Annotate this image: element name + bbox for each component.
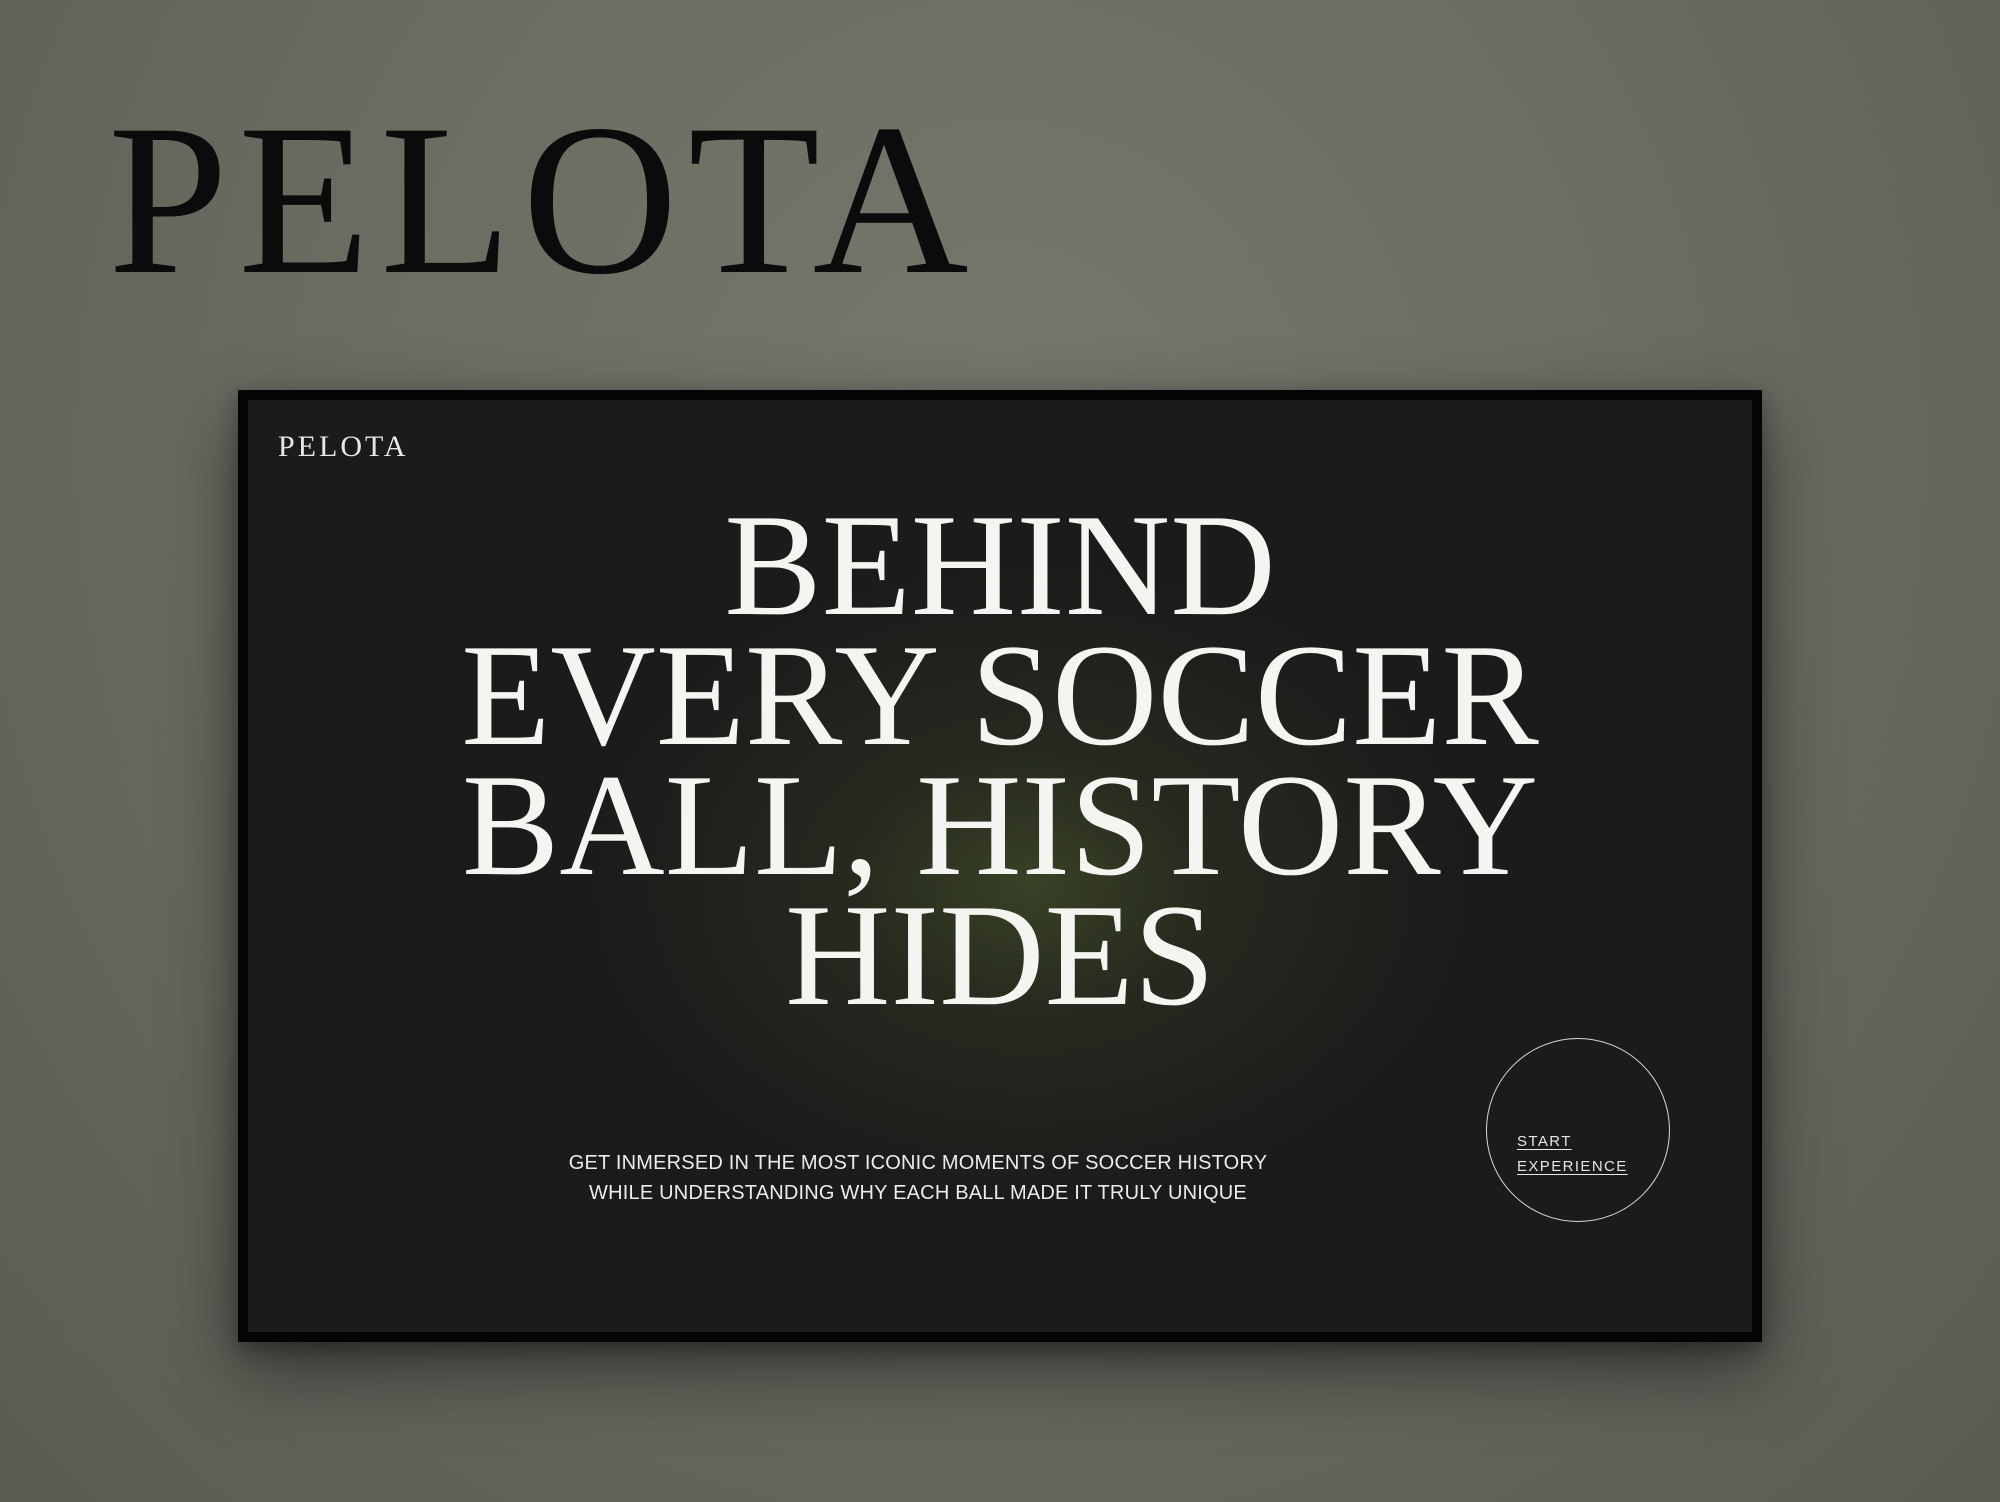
- start-experience-button[interactable]: START EXPERIENCE: [1486, 1038, 1670, 1222]
- cta-line-experience[interactable]: EXPERIENCE: [1517, 1154, 1628, 1179]
- site-logo[interactable]: PELOTA: [278, 430, 409, 464]
- tagline-line-2: WHILE UNDERSTANDING WHY EACH BALL MADE I…: [589, 1182, 1247, 1204]
- headline-line-3: BALL, HISTORY: [461, 744, 1539, 906]
- headline-line-4: HIDES: [785, 874, 1215, 1036]
- headline-line-2: EVERY SOCCER: [461, 614, 1539, 776]
- hero-headline: BEHIND EVERY SOCCER BALL, HISTORY HIDES: [248, 484, 1752, 1036]
- headline-line-1: BEHIND: [724, 484, 1276, 646]
- brand-wordmark: PELOTA: [108, 80, 979, 319]
- website-mockup-screen: PELOTA BEHIND EVERY SOCCER BALL, HISTORY…: [238, 390, 1762, 1342]
- hero-tagline: GET INMERSED IN THE MOST ICONIC MOMENTS …: [498, 1148, 1338, 1208]
- tagline-line-1: GET INMERSED IN THE MOST ICONIC MOMENTS …: [568, 1152, 1268, 1174]
- start-experience-label[interactable]: START EXPERIENCE: [1517, 1129, 1628, 1179]
- cta-line-start[interactable]: START: [1517, 1129, 1628, 1154]
